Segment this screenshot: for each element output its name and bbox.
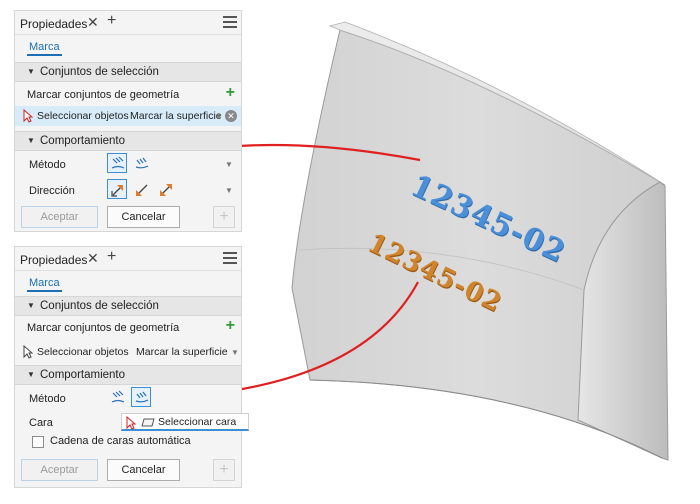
method-projected-button[interactable] [107,387,127,407]
geometry-sets-label: Marcar conjuntos de geometría [27,322,180,334]
method-dropdown-caret-icon[interactable]: ▼ [225,160,233,169]
selection-row[interactable]: Seleccionar objetos Marcar la superficie… [15,342,241,362]
selection-row-active[interactable]: Seleccionar objetos Marcar la superficie… [15,106,241,126]
apply-plus-button[interactable]: + [213,459,235,481]
method-wrap-button[interactable] [131,387,151,407]
face-selector-field[interactable]: Seleccionar cara [121,413,249,431]
auto-chain-label: Cadena de caras automática [50,435,191,447]
mark-surface-text: Marcar la superficie [130,110,222,122]
dropdown-caret-icon[interactable]: ▼ [215,112,223,121]
select-objects-text: Seleccionar objetos [37,110,129,122]
select-face-text: Seleccionar cara [158,416,237,428]
select-arrow-icon [23,109,33,123]
direction-default-button[interactable] [107,179,127,199]
close-icon[interactable]: ✕ [87,14,99,31]
add-tab-icon[interactable]: + [107,12,116,30]
accept-button[interactable]: Aceptar [21,206,98,228]
method-projected-button[interactable] [107,153,127,173]
cancel-button[interactable]: Cancelar [107,459,180,481]
properties-panel-top: Propiedades ✕ + Marca ▼ Conjuntos de sel… [14,10,242,232]
panel-title: Propiedades [20,17,88,31]
direction-flip-icon [136,184,148,196]
panel-header: Propiedades ✕ + [15,11,241,35]
mark-surface-text: Marcar la superficie [136,346,228,358]
direction-symmetric-icon [160,184,172,196]
section-behavior[interactable]: ▼ Comportamiento [15,365,241,385]
section-label: Comportamiento [40,369,126,381]
direction-flip-button[interactable] [131,179,151,199]
geometry-sets-label: Marcar conjuntos de geometría [27,89,180,101]
select-arrow-icon [23,345,33,359]
direction-dropdown-caret-icon[interactable]: ▼ [225,186,233,195]
section-label: Comportamiento [40,135,126,147]
face-label: Cara [29,417,53,429]
section-selection-sets[interactable]: ▼ Conjuntos de selección [15,296,241,316]
section-selection-sets[interactable]: ▼ Conjuntos de selección [15,62,241,82]
method-wrap-button[interactable] [131,153,151,173]
clear-selection-icon[interactable]: ✕ [225,110,237,122]
wrap-mark-icon [135,157,149,169]
direction-label: Dirección [29,185,75,197]
add-geometry-set-icon[interactable]: + [226,84,235,102]
collapse-triangle-icon: ▼ [27,301,35,310]
select-arrow-icon [126,416,136,430]
projected-mark-icon [111,156,125,169]
section-behavior[interactable]: ▼ Comportamiento [15,131,241,151]
tab-marca[interactable]: Marca [27,41,62,56]
section-label: Conjuntos de selección [40,66,159,78]
method-label: Método [29,159,66,171]
close-icon[interactable]: ✕ [87,250,99,267]
menu-icon[interactable] [223,252,237,264]
collapse-triangle-icon: ▼ [27,67,35,76]
collapse-triangle-icon: ▼ [27,370,35,379]
add-geometry-set-icon[interactable]: + [226,317,235,335]
direction-symmetric-button[interactable] [155,179,175,199]
wrap-mark-icon [135,391,149,403]
accept-button[interactable]: Aceptar [21,459,98,481]
projected-mark-icon [111,390,125,403]
method-label: Método [29,393,66,405]
dropdown-caret-icon[interactable]: ▼ [231,348,239,357]
panel-header: Propiedades ✕ + [15,247,241,271]
face-plane-icon [141,418,155,427]
properties-panel-bottom: Propiedades ✕ + Marca ▼ Conjuntos de sel… [14,246,249,488]
apply-plus-button[interactable]: + [213,206,235,228]
add-tab-icon[interactable]: + [107,248,116,266]
tab-marca[interactable]: Marca [27,277,62,292]
menu-icon[interactable] [223,16,237,28]
panel-title: Propiedades [20,253,88,267]
direction-default-icon [111,185,123,197]
collapse-triangle-icon: ▼ [27,136,35,145]
auto-chain-checkbox[interactable] [32,436,44,448]
select-objects-text: Seleccionar objetos [37,346,129,358]
cancel-button[interactable]: Cancelar [107,206,180,228]
section-label: Conjuntos de selección [40,300,159,312]
